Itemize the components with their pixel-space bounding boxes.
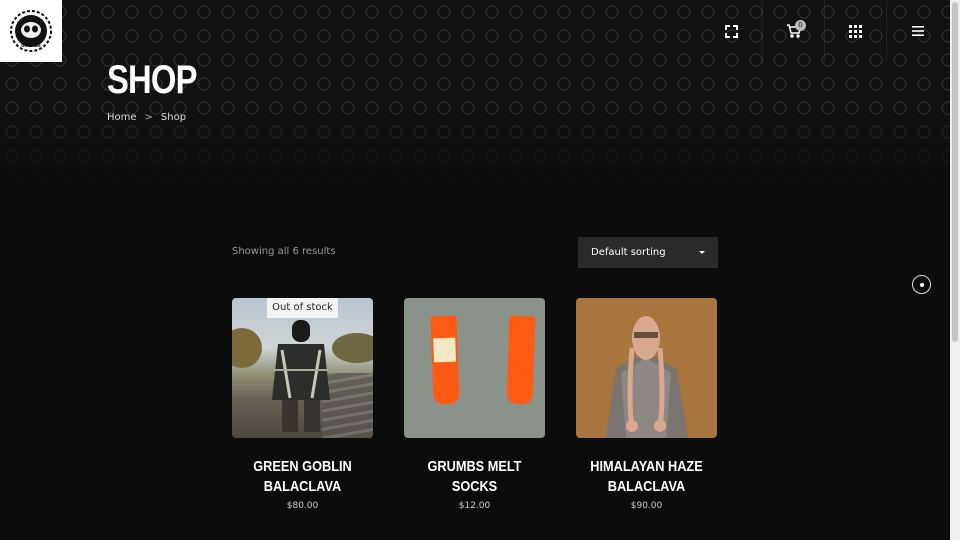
menu-icon bbox=[911, 26, 924, 36]
out-of-stock-badge: Out of stock bbox=[267, 298, 338, 318]
balaclava-figure bbox=[606, 316, 688, 438]
apps-grid-button[interactable] bbox=[824, 0, 886, 62]
product-name[interactable]: GREEN GOBLIN BALACLAVA bbox=[243, 457, 363, 497]
sock-shape bbox=[506, 315, 536, 405]
product-card[interactable]: HIMALAYAN HAZE BALACLAVA $90.00 bbox=[576, 298, 717, 511]
dot-icon bbox=[919, 282, 924, 287]
page-scrollbar[interactable] bbox=[950, 0, 960, 540]
sock-label bbox=[433, 337, 457, 363]
product-image[interactable] bbox=[576, 298, 717, 438]
results-count: Showing all 6 results bbox=[232, 246, 336, 257]
chevron-right-icon: > bbox=[144, 112, 153, 123]
svg-text:GRUMBS: GRUMBS bbox=[21, 43, 41, 48]
side-nav-dot[interactable] bbox=[912, 275, 931, 294]
fullscreen-icon bbox=[724, 24, 738, 38]
tree-shape bbox=[232, 328, 262, 368]
product-price: $80.00 bbox=[286, 501, 319, 511]
page-title: SHOP bbox=[107, 58, 197, 102]
breadcrumb: Home > Shop bbox=[107, 112, 186, 123]
product-card[interactable]: GRUMBS MELT SOCKS $12.00 bbox=[404, 298, 545, 511]
sort-select-value: Default sorting bbox=[591, 247, 666, 258]
logo-icon: GRUMBS bbox=[10, 10, 52, 52]
cart-count-badge: 0 bbox=[795, 20, 806, 31]
header-toolbar: 0 bbox=[700, 0, 948, 62]
breadcrumb-home-link[interactable]: Home bbox=[107, 112, 137, 123]
tree-shape bbox=[332, 333, 373, 363]
cart-button[interactable]: 0 bbox=[762, 0, 824, 62]
product-price: $90.00 bbox=[630, 501, 663, 511]
sort-select[interactable]: Default sorting bbox=[578, 237, 718, 268]
product-card[interactable]: Out of stock GREEN GOBLIN BALACLAVA $80.… bbox=[232, 298, 373, 511]
sock-shape bbox=[430, 315, 460, 405]
fullscreen-button[interactable] bbox=[700, 0, 762, 62]
product-name[interactable]: GRUMBS MELT SOCKS bbox=[415, 457, 535, 497]
site-logo[interactable]: GRUMBS bbox=[0, 0, 62, 62]
breadcrumb-current: Shop bbox=[160, 112, 187, 123]
product-image[interactable]: Out of stock bbox=[232, 298, 373, 438]
product-image[interactable] bbox=[404, 298, 545, 438]
scrollbar-thumb[interactable] bbox=[952, 2, 958, 342]
grid-icon bbox=[849, 24, 862, 38]
caret-down-icon bbox=[699, 251, 705, 254]
product-name[interactable]: HIMALAYAN HAZE BALACLAVA bbox=[587, 457, 707, 497]
person-figure bbox=[272, 320, 330, 432]
menu-button[interactable] bbox=[886, 0, 948, 62]
product-price: $12.00 bbox=[458, 501, 491, 511]
